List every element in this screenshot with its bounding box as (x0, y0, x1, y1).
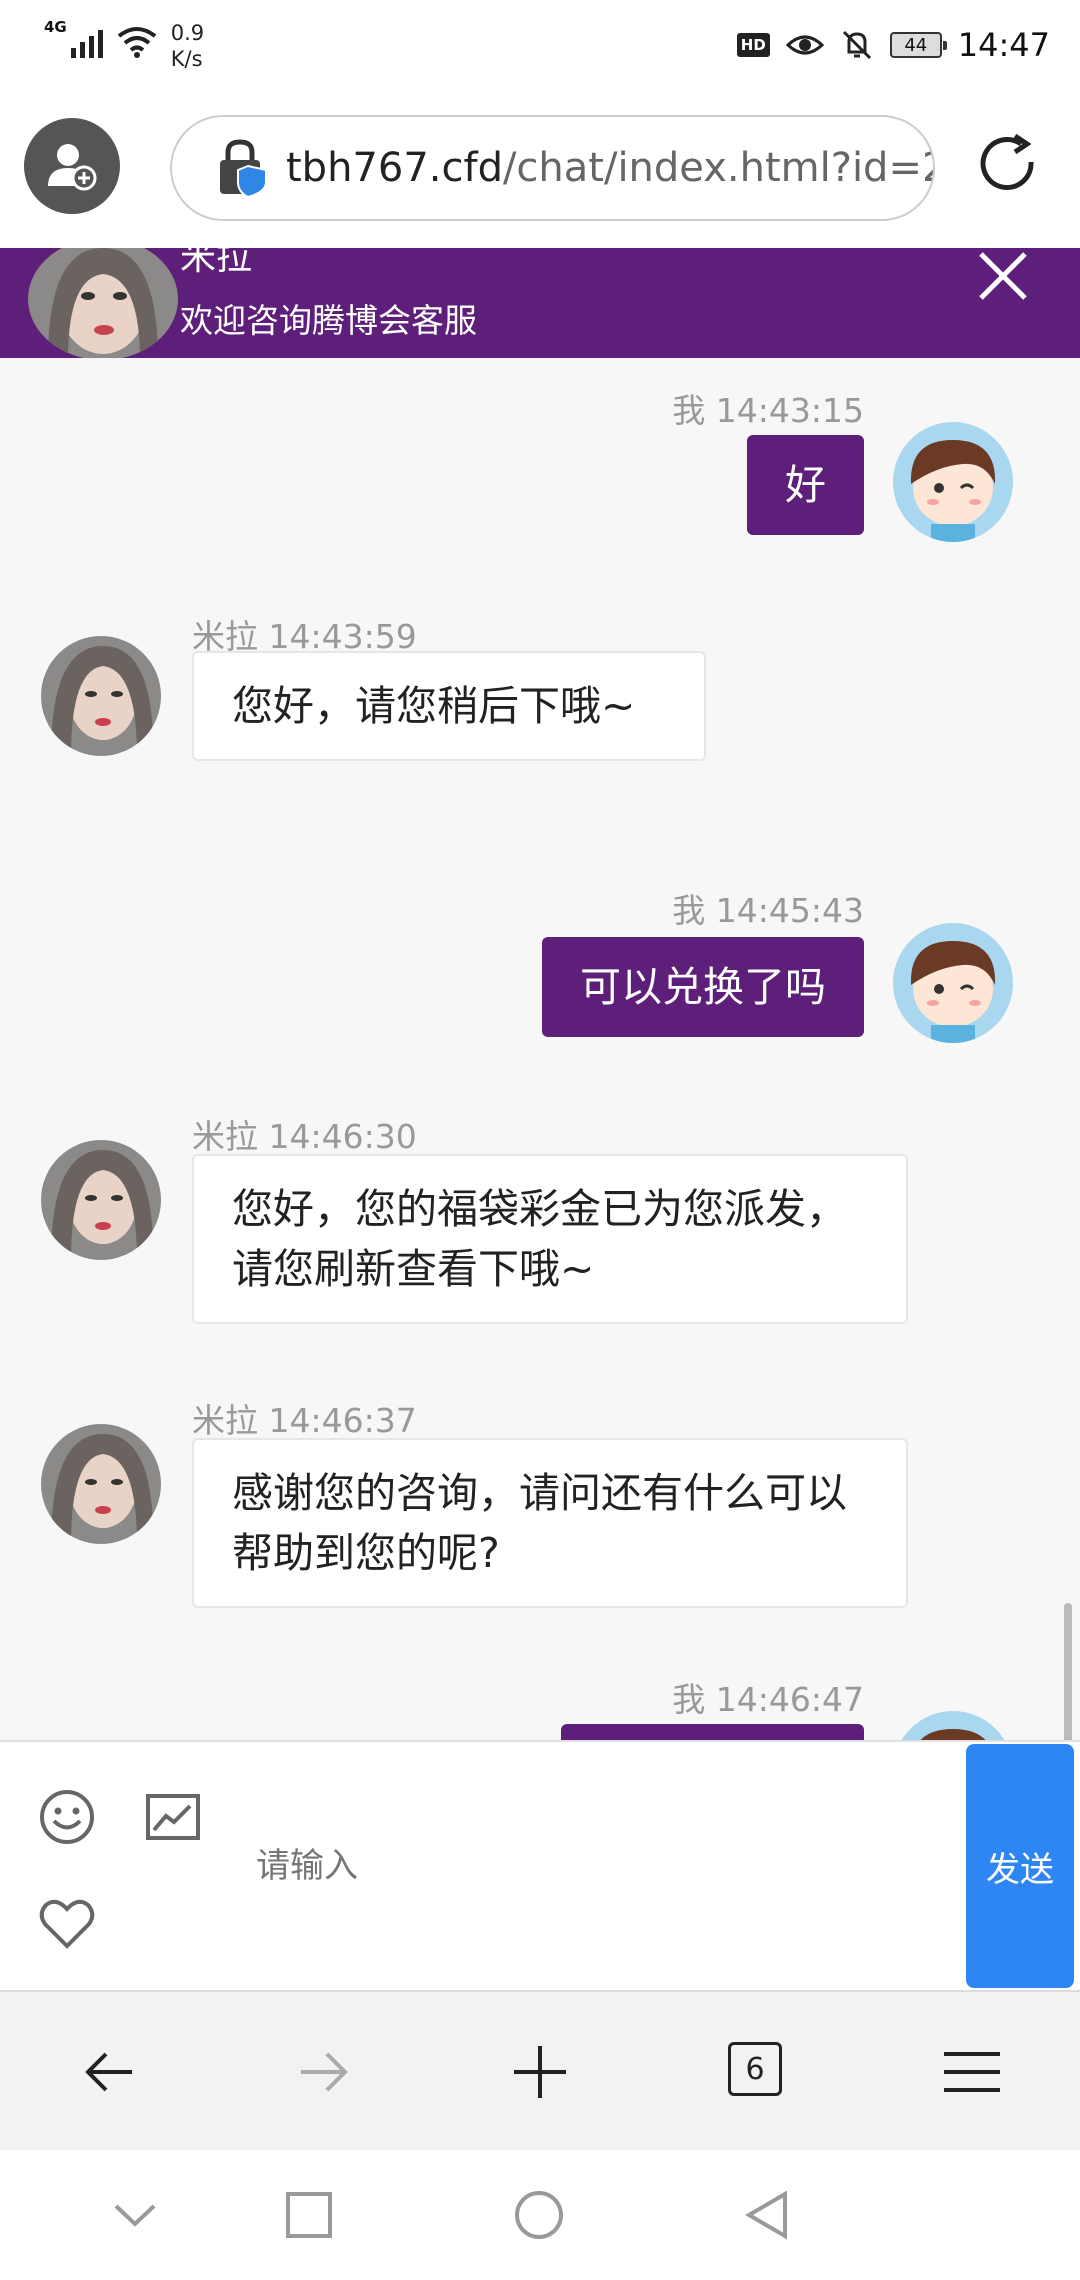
user-avatar (893, 923, 1013, 1043)
scrollbar-thumb[interactable] (1064, 1603, 1072, 1740)
message-meta: 米拉 14:46:37 (192, 1401, 417, 1440)
forward-icon[interactable] (293, 2042, 353, 2102)
profile-icon (48, 144, 97, 191)
reload-icon[interactable] (975, 132, 1043, 200)
message-bubble: 感谢您的咨询，请问还有什么可以帮助到您的呢? (192, 1438, 908, 1608)
chat-header: 米拉 欢迎咨询腾博会客服 (0, 248, 1080, 358)
system-back-icon[interactable] (741, 2188, 795, 2242)
message-meta: 米拉 14:46:30 (192, 1117, 417, 1156)
system-nav-bar (0, 2150, 1080, 2280)
browser-bottom-nav: 6 (0, 1990, 1080, 2150)
eye-comfort-icon (785, 35, 824, 55)
composer: 发送 (0, 1740, 1080, 1990)
message-bubble: 可以兑换了吗 (542, 937, 864, 1037)
agent-avatar (41, 1140, 161, 1260)
network-type: 4G (44, 18, 67, 36)
send-button[interactable]: 发送 (966, 1744, 1074, 1988)
message-meta: 我 14:46:47 (672, 1680, 864, 1719)
menu-icon[interactable] (942, 2042, 1002, 2102)
url-text: tbh767.cfd/chat/index.html?id=20 (286, 145, 935, 191)
lock-icon (220, 139, 267, 198)
tabs-button[interactable]: 6 (728, 2042, 782, 2096)
url-field[interactable]: tbh767.cfd/chat/index.html?id=20 (170, 115, 935, 221)
network-speed: 0.9 K/s (170, 21, 205, 71)
image-icon[interactable] (144, 1788, 202, 1846)
collapse-icon[interactable] (108, 2188, 162, 2242)
recents-icon[interactable] (282, 2188, 336, 2242)
home-icon[interactable] (512, 2188, 566, 2242)
back-icon[interactable] (80, 2042, 140, 2102)
message-bubble: 好 (747, 435, 864, 535)
wifi-icon (117, 27, 156, 58)
status-bar: 4G 0.9 K/s HD 44 14:47 (0, 0, 1080, 92)
mute-icon (842, 30, 871, 60)
user-avatar (893, 1711, 1013, 1740)
agent-avatar (41, 636, 161, 756)
hd-badge: HD (736, 33, 770, 57)
signal-icon (70, 24, 103, 58)
chat-subtitle: 欢迎咨询腾博会客服 (180, 301, 477, 340)
close-icon[interactable] (975, 248, 1031, 304)
battery-indicator: 44 (889, 32, 947, 58)
status-time: 14:47 (957, 26, 1050, 64)
message-bubble: 您好，请您稍后下哦~ (192, 651, 706, 761)
emoji-icon[interactable] (38, 1788, 96, 1846)
profile-button[interactable] (24, 118, 120, 214)
agent-avatar (41, 1424, 161, 1544)
message-input[interactable] (256, 1766, 956, 1966)
message-bubble (561, 1724, 864, 1740)
message-meta: 我 14:45:43 (672, 891, 864, 930)
message-meta: 我 14:43:15 (672, 391, 864, 430)
agent-name: 米拉 (180, 248, 253, 278)
new-tab-icon[interactable] (510, 2042, 570, 2102)
message-bubble: 您好，您的福袋彩金已为您派发，请您刷新查看下哦~ (192, 1154, 908, 1324)
heart-icon[interactable] (38, 1894, 96, 1952)
user-avatar (893, 422, 1013, 542)
agent-avatar (28, 248, 178, 358)
message-list[interactable]: 我 14:43:15 好 米拉 14:43:59 您好，请您稍后下哦~ 我 14… (0, 358, 1080, 1740)
